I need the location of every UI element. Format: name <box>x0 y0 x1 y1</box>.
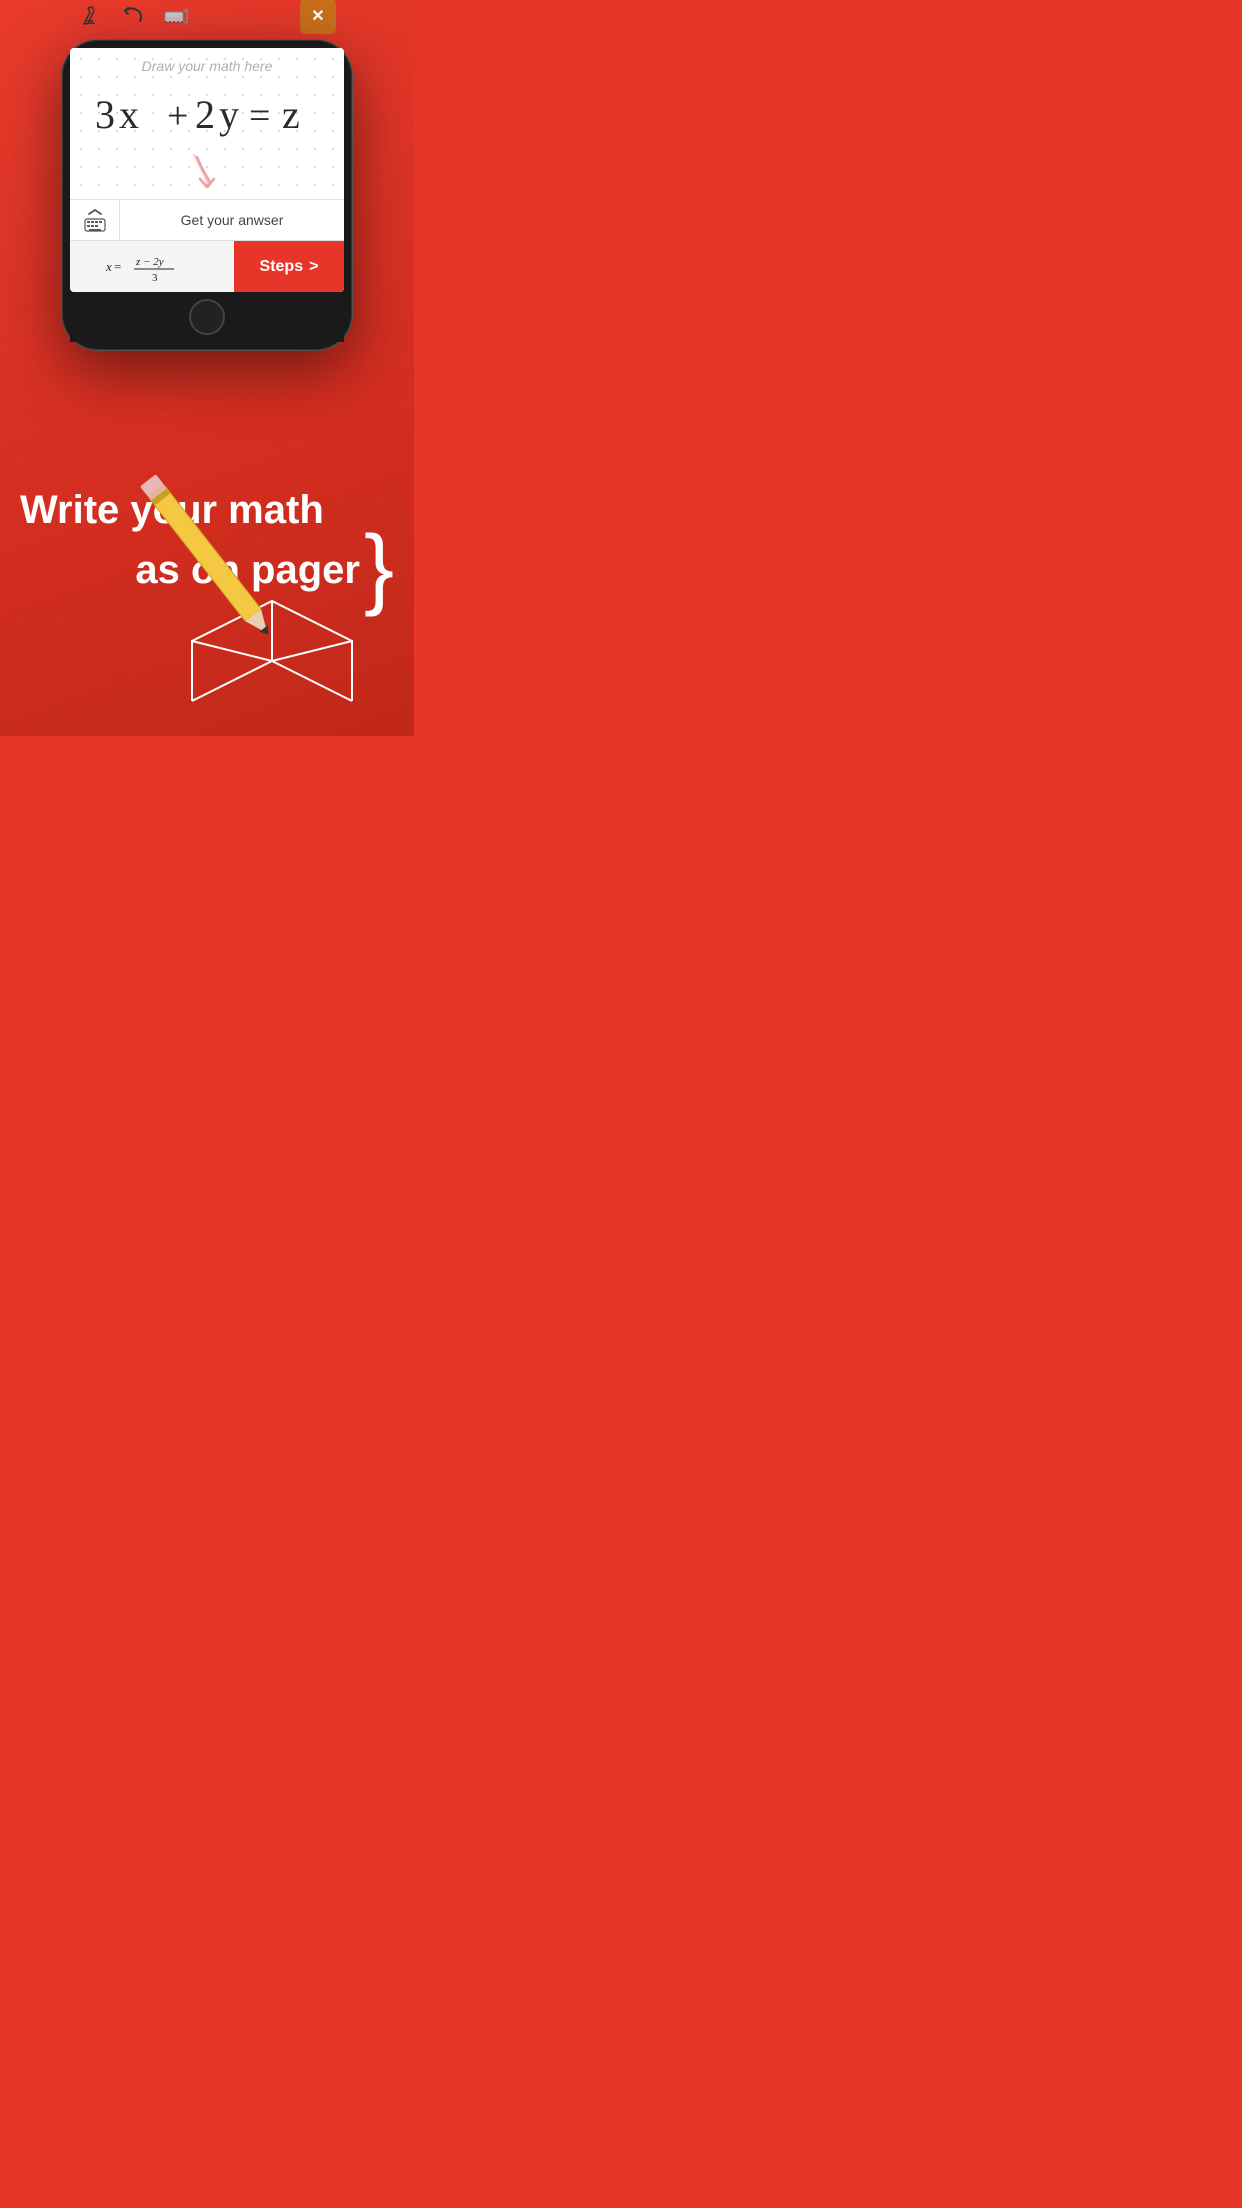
steps-label: Steps <box>260 258 304 276</box>
keyboard-toggle[interactable] <box>70 200 120 240</box>
svg-text:=: = <box>249 95 274 137</box>
phone-bottom-bar <box>70 292 344 342</box>
svg-text:z − 2y: z − 2y <box>135 256 164 268</box>
phone-mockup: ✕ Draw your math here 3x + 2y <box>62 0 352 350</box>
svg-text:x: x <box>105 259 112 274</box>
get-answer-button[interactable]: Get your anwser <box>120 200 344 240</box>
get-answer-label: Get your anwser <box>181 212 284 228</box>
toolbar-left-icons <box>78 2 190 30</box>
svg-text:3: 3 <box>152 272 158 284</box>
svg-text:z: z <box>282 92 304 137</box>
clear-icon[interactable] <box>78 2 106 30</box>
tagline-brace: } <box>364 530 394 607</box>
result-area: x = z − 2y 3 Steps > <box>70 240 344 292</box>
undo-icon[interactable] <box>120 2 148 30</box>
eraser-icon[interactable] <box>162 2 190 30</box>
phone-toolbar: ✕ <box>62 0 352 40</box>
result-formula: x = z − 2y 3 <box>70 249 234 285</box>
svg-text:+: + <box>167 95 192 137</box>
recognition-arrow <box>84 149 330 189</box>
close-button[interactable]: ✕ <box>300 0 336 34</box>
draw-bottom-bar: Get your anwser <box>70 199 344 240</box>
phone-body: Draw your math here 3x + 2y = z <box>62 40 352 350</box>
svg-text:3x: 3x <box>95 92 143 137</box>
home-button[interactable] <box>189 299 225 335</box>
steps-button[interactable]: Steps > <box>234 241 344 293</box>
draw-placeholder: Draw your math here <box>84 58 330 74</box>
phone-screen: Draw your math here 3x + 2y = z <box>70 48 344 292</box>
tagline-brace-text: } <box>364 518 394 618</box>
svg-text:2y: 2y <box>195 92 243 137</box>
math-expression: 3x + 2y = z <box>84 80 330 147</box>
draw-area[interactable]: Draw your math here 3x + 2y = z <box>70 48 344 199</box>
steps-arrow: > <box>309 258 318 276</box>
close-label: ✕ <box>311 6 324 26</box>
svg-text:=: = <box>114 259 121 274</box>
